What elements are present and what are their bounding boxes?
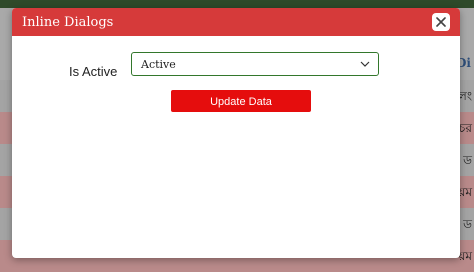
row-edge-text: ড (463, 217, 472, 231)
row-edge-text: ড (463, 153, 472, 167)
chevron-down-icon (360, 61, 370, 67)
update-data-button[interactable]: Update Data (171, 90, 311, 112)
close-icon (436, 17, 446, 27)
dialog-title: Inline Dialogs (22, 15, 114, 30)
row-edge-text: য়ম (458, 249, 472, 263)
is-active-select[interactable]: Active (131, 52, 379, 76)
close-button[interactable] (432, 13, 450, 31)
dialog-header: Inline Dialogs (12, 8, 460, 36)
is-active-label: Is Active (69, 64, 118, 79)
background-topbar (0, 0, 474, 8)
row-edge-text: চর (458, 121, 472, 135)
row-edge-text: য়ম (458, 185, 472, 199)
is-active-selected-value: Active (141, 58, 176, 71)
row-edge-text: লং (457, 89, 472, 103)
inline-dialog: Inline Dialogs Is Active Active Update D… (12, 8, 460, 258)
